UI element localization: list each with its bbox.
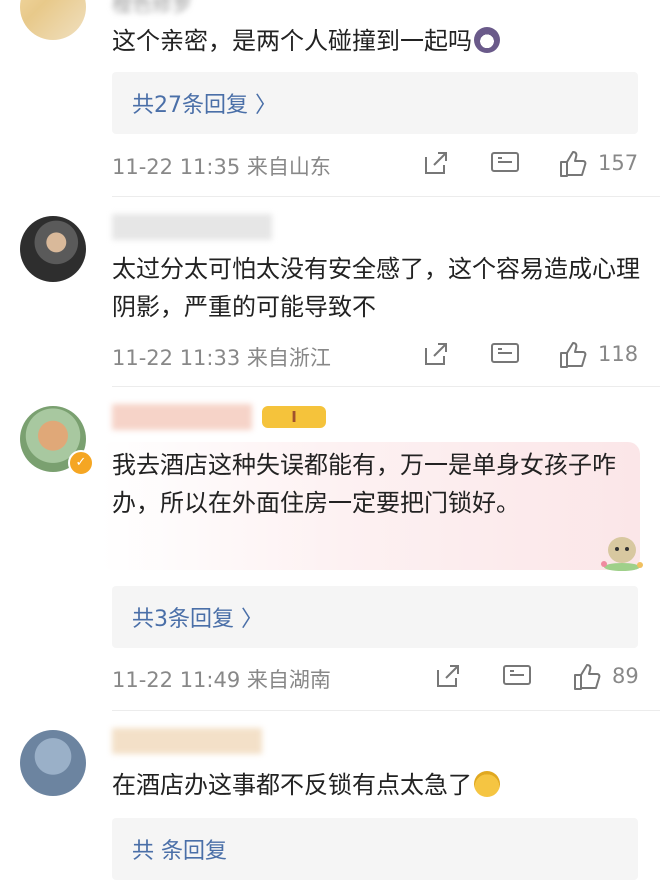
like-count: 157 bbox=[598, 151, 639, 175]
time-location: 11-22 11:49 来自湖南 bbox=[112, 668, 331, 692]
level-badge: I bbox=[262, 406, 326, 428]
time-location: 11-22 11:35 来自山东 bbox=[112, 155, 331, 179]
like-icon[interactable] bbox=[558, 149, 588, 179]
reply-box[interactable]: 共 条回复 bbox=[112, 818, 638, 880]
comment-text: 这个亲密，是两个人碰撞到一起吗 bbox=[112, 22, 640, 60]
reply-box[interactable]: 共3条回复 〉 bbox=[112, 586, 638, 648]
username[interactable] bbox=[112, 214, 272, 240]
avatar[interactable] bbox=[20, 216, 86, 282]
view-replies-link[interactable]: 共27条回复 〉 bbox=[132, 87, 277, 119]
view-replies-link[interactable]: 共 条回复 bbox=[132, 833, 227, 865]
comment-item: 太过分太可怕太没有安全感了，这个容易造成心理阴影，严重的可能导致不 11-22 … bbox=[0, 196, 660, 386]
sticker-icon bbox=[596, 532, 644, 572]
emoji-icon bbox=[474, 771, 500, 797]
comment-text: 我去酒店这种失误都能有，万一是单身女孩子咋办，所以在外面住房一定要把门锁好。 bbox=[112, 451, 616, 517]
share-icon[interactable] bbox=[422, 340, 450, 368]
like-icon[interactable] bbox=[558, 340, 588, 370]
username[interactable] bbox=[112, 728, 262, 754]
view-replies-link[interactable]: 共3条回复 〉 bbox=[132, 601, 263, 633]
comment-meta: 11-22 11:33 来自浙江 118 bbox=[112, 336, 638, 376]
avatar[interactable] bbox=[20, 0, 86, 40]
username[interactable] bbox=[112, 404, 252, 430]
comment-text: 太过分太可怕太没有安全感了，这个容易造成心理阴影，严重的可能导致不 bbox=[112, 255, 640, 321]
reply-box[interactable]: 共27条回复 〉 bbox=[112, 72, 638, 134]
like-count: 89 bbox=[612, 664, 639, 688]
comment-icon[interactable] bbox=[490, 149, 520, 177]
like-icon[interactable] bbox=[572, 662, 602, 692]
comment-text: 在酒店办这事都不反锁有点太急了 bbox=[112, 766, 640, 804]
comment-item: 在酒店办这事都不反锁有点太急了 共 条回复 bbox=[0, 710, 660, 880]
share-icon[interactable] bbox=[434, 662, 462, 690]
emoji-icon bbox=[474, 27, 500, 53]
verified-icon: ✓ bbox=[68, 450, 94, 476]
comment-body: 这个亲密，是两个人碰撞到一起吗 bbox=[112, 27, 472, 55]
comment-meta: 11-22 11:49 来自湖南 89 bbox=[112, 658, 639, 698]
share-icon[interactable] bbox=[422, 149, 450, 177]
time-location: 11-22 11:33 来自浙江 bbox=[112, 346, 331, 370]
comment-icon[interactable] bbox=[490, 340, 520, 368]
comment-meta: 11-22 11:35 来自山东 157 bbox=[112, 145, 638, 185]
comment-item: 橙色修罗 这个亲密，是两个人碰撞到一起吗 共27条回复 〉 11-22 11:3… bbox=[0, 0, 660, 196]
like-count: 118 bbox=[598, 342, 639, 366]
avatar[interactable] bbox=[20, 730, 86, 796]
comment-icon[interactable] bbox=[502, 662, 532, 690]
username[interactable]: 橙色修罗 bbox=[112, 0, 192, 16]
comment-item: ✓ I 我去酒店这种失误都能有，万一是单身女孩子咋办，所以在外面住房一定要把门锁… bbox=[0, 386, 660, 708]
comment-body: 在酒店办这事都不反锁有点太急了 bbox=[112, 771, 472, 799]
